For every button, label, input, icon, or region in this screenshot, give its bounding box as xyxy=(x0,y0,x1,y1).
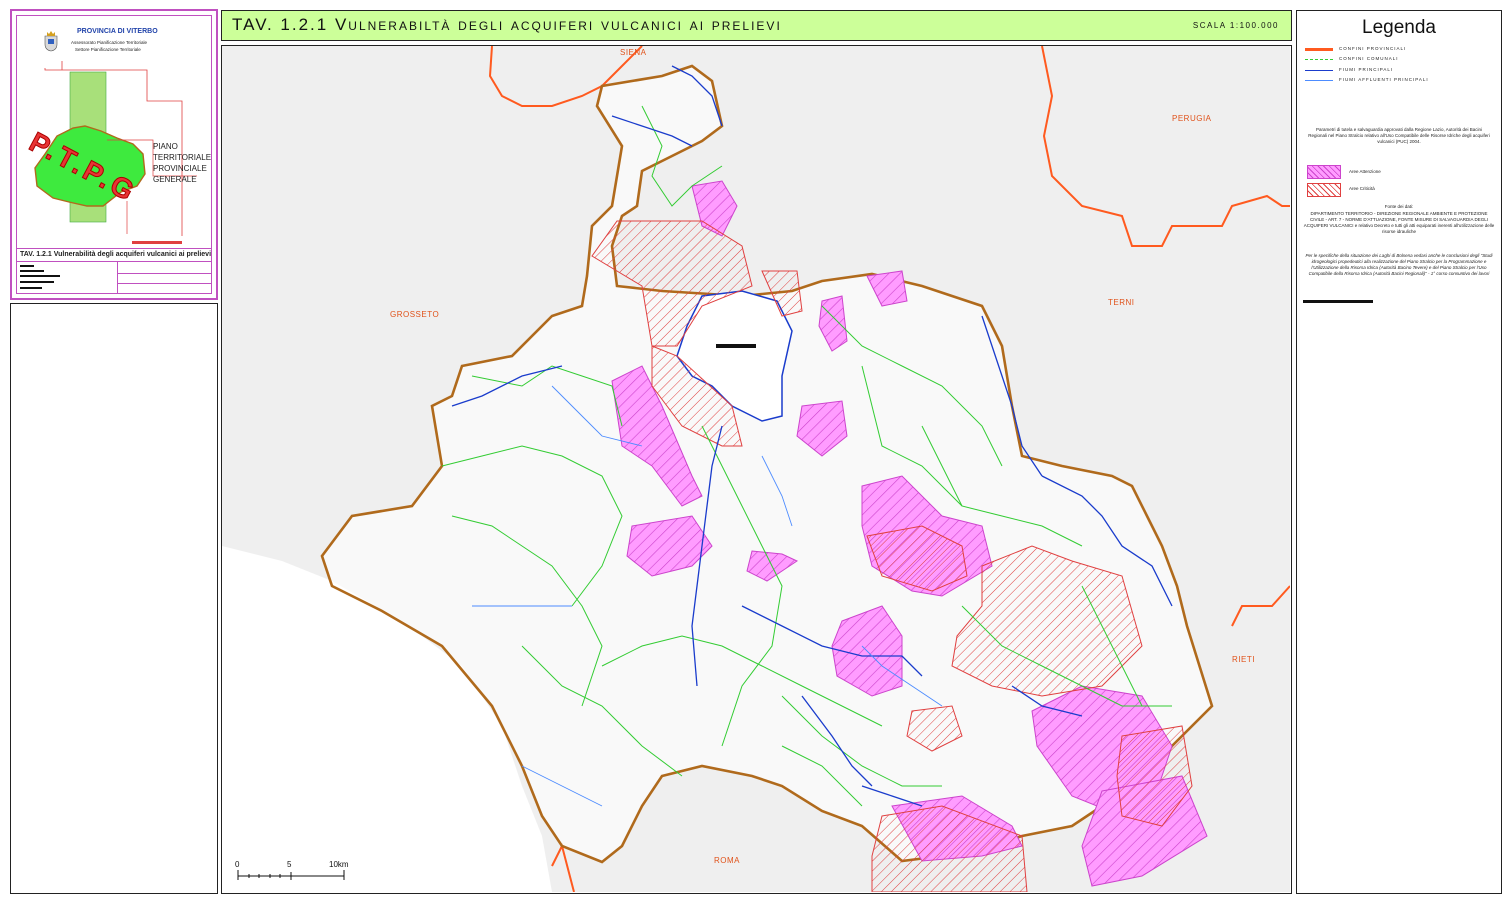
table-row-5 xyxy=(20,287,42,289)
legend-panel: Legenda CONFINI PROVINCIALI CONFINI COMU… xyxy=(1296,10,1502,894)
dept-line-1: Assessorato Pianificazione Territoriale xyxy=(71,40,147,45)
table-row-1 xyxy=(20,265,34,267)
lake-label xyxy=(716,344,756,348)
critical-swatch xyxy=(1307,183,1341,197)
map-title: TAV. 1.2.1 Vulnerabiltà degli acquiferi … xyxy=(232,15,782,34)
scale-label-0: 0 xyxy=(235,860,240,869)
table-col xyxy=(117,261,118,293)
place-label-terni: TERNI xyxy=(1108,298,1135,307)
table-line-b xyxy=(117,283,211,284)
legend-line-swatch xyxy=(1305,59,1333,60)
map-scale: SCALA 1:100.000 xyxy=(1192,21,1279,30)
place-label-perugia: PERUGIA xyxy=(1172,114,1212,123)
legend-title: Legenda xyxy=(1362,17,1436,38)
attention-swatch xyxy=(1307,165,1341,179)
cartouche-panel: PROVINCIA DI VITERBO Assessorato Pianifi… xyxy=(10,9,218,300)
place-label-roma: ROMA xyxy=(714,856,740,865)
table-divider xyxy=(17,261,211,262)
place-label-grosseto: GROSSETO xyxy=(390,310,440,319)
sources-title: Fonte dei dati: xyxy=(1384,204,1414,209)
scale-label-10: 10km xyxy=(329,860,349,869)
legend-line-swatch xyxy=(1305,70,1333,71)
coat-of-arms-icon xyxy=(44,31,58,52)
plan-line-2: TERRITORIALE xyxy=(153,153,212,162)
dept-line-2: Settore Pianificazione Territoriale xyxy=(75,47,141,52)
sources-text: DIPARTIMENTO TERRITORIO - DIREZIONE REGI… xyxy=(1303,211,1495,234)
title-bar: TAV. 1.2.1 Vulnerabiltà degli acquiferi … xyxy=(221,10,1292,41)
legend-line-label: FIUMI PRINCIPALI xyxy=(1339,67,1394,72)
place-label-rieti: RIETI xyxy=(1232,655,1255,664)
table-line-a xyxy=(117,273,211,274)
cartouche-table: TAV. 1.2.1 Vulnerabilità degli acquiferi… xyxy=(17,248,211,293)
critical-label: Aree Criticità xyxy=(1349,186,1375,191)
attention-label: Aree Attenzione xyxy=(1349,169,1381,174)
table-row-4 xyxy=(20,281,54,283)
plan-line-4: GENERALE xyxy=(153,175,197,184)
notes-panel xyxy=(10,303,218,894)
table-row-2 xyxy=(20,270,44,272)
legend-line-label: FIUMI AFFLUENTI PRINCIPALI xyxy=(1339,77,1429,82)
cartouche-small-bar xyxy=(132,241,182,244)
legend-signature-bar xyxy=(1303,300,1373,303)
map-canvas[interactable]: SIENA PERUGIA GROSSETO TERNI RIETI ROMA … xyxy=(221,45,1292,894)
place-label-siena: SIENA xyxy=(620,48,647,57)
legend-line-label: CONFINI COMUNALI xyxy=(1339,56,1399,61)
scale-label-5: 5 xyxy=(287,860,292,869)
map-drawing xyxy=(222,46,1290,892)
legend-line-swatch xyxy=(1305,80,1333,81)
plan-line-3: PROVINCIALE xyxy=(153,164,207,173)
table-caption: TAV. 1.2.1 Vulnerabilità degli acquiferi… xyxy=(20,251,212,258)
legend-note: Parametri di tutela e salvaguardia appro… xyxy=(1308,127,1490,144)
legend-line-label: CONFINI PROVINCIALI xyxy=(1339,46,1407,51)
org-name: PROVINCIA DI VITERBO xyxy=(77,28,158,35)
table-row-3 xyxy=(20,275,60,277)
plan-line-1: PIANO xyxy=(153,142,178,151)
legend-footnote: Per le specifiche della situazione dei L… xyxy=(1305,253,1493,276)
cartouche-frame: PROVINCIA DI VITERBO Assessorato Pianifi… xyxy=(16,15,212,294)
legend-line-swatch xyxy=(1305,48,1333,51)
